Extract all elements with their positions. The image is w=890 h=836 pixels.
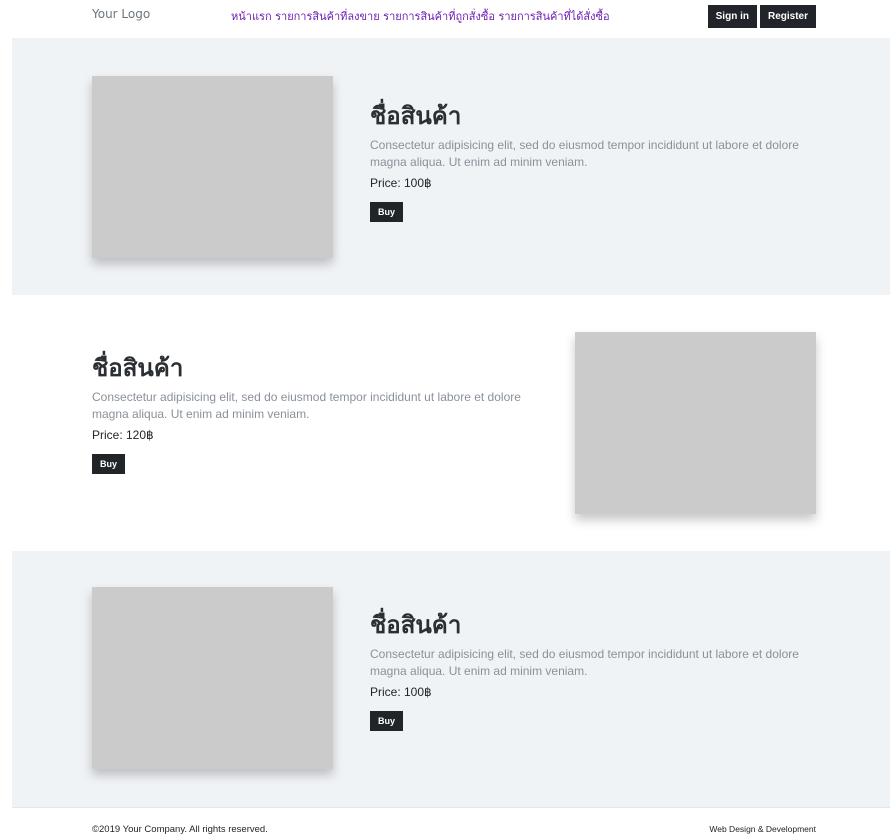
product-description: Consectetur adipisicing elit, sed do eiu… (370, 138, 799, 169)
product-image-placeholder (575, 332, 816, 514)
footer-copyright: ©2019 Your Company. All rights reserved. (92, 824, 268, 835)
auth-buttons: Sign in Register (707, 5, 816, 28)
buy-button[interactable]: Buy (370, 202, 404, 222)
product-image-placeholder (92, 587, 333, 769)
product-section-2: ชื่อสินค้า Consectetur adipisicing elit,… (12, 295, 890, 551)
register-button[interactable]: Register (759, 5, 816, 28)
site-header: Your Logo หน้าแรก รายการสินค้าที่ลงขาย ร… (0, 0, 890, 38)
product-price: Price: 100฿ (370, 685, 432, 699)
product-info: ชื่อสินค้า Consectetur adipisicing elit,… (92, 353, 552, 474)
product-info: ชื่อสินค้า Consectetur adipisicing elit,… (370, 101, 830, 222)
product-title: ชื่อสินค้า (370, 611, 462, 639)
product-image-placeholder (92, 76, 333, 258)
nav-link-home[interactable]: หน้าแรก (231, 7, 272, 25)
buy-button[interactable]: Buy (370, 711, 404, 731)
product-description: Consectetur adipisicing elit, sed do eiu… (370, 647, 799, 678)
product-description: Consectetur adipisicing elit, sed do eiu… (92, 390, 521, 421)
product-section-3: ชื่อสินค้า Consectetur adipisicing elit,… (12, 551, 890, 807)
nav-link-ordered-products[interactable]: รายการสินค้าที่ถูกสั่งซื้อ (383, 7, 495, 25)
nav-link-purchased-products[interactable]: รายการสินค้าที่ได้สั่งซื้อ (498, 7, 609, 25)
product-price: Price: 120฿ (92, 428, 154, 442)
product-title: ชื่อสินค้า (92, 354, 184, 382)
footer-credit: Web Design & Development (709, 824, 816, 834)
product-info: ชื่อสินค้า Consectetur adipisicing elit,… (370, 610, 830, 731)
main-nav: หน้าแรก รายการสินค้าที่ลงขาย รายการสินค้… (231, 7, 610, 25)
site-logo[interactable]: Your Logo (92, 7, 150, 21)
buy-button[interactable]: Buy (92, 454, 126, 474)
product-section-1: ชื่อสินค้า Consectetur adipisicing elit,… (12, 38, 890, 295)
footer-divider (12, 807, 890, 808)
nav-link-listed-products[interactable]: รายการสินค้าที่ลงขาย (275, 7, 380, 25)
product-title: ชื่อสินค้า (370, 102, 462, 130)
product-price: Price: 100฿ (370, 176, 432, 190)
sign-in-button[interactable]: Sign in (707, 5, 757, 28)
